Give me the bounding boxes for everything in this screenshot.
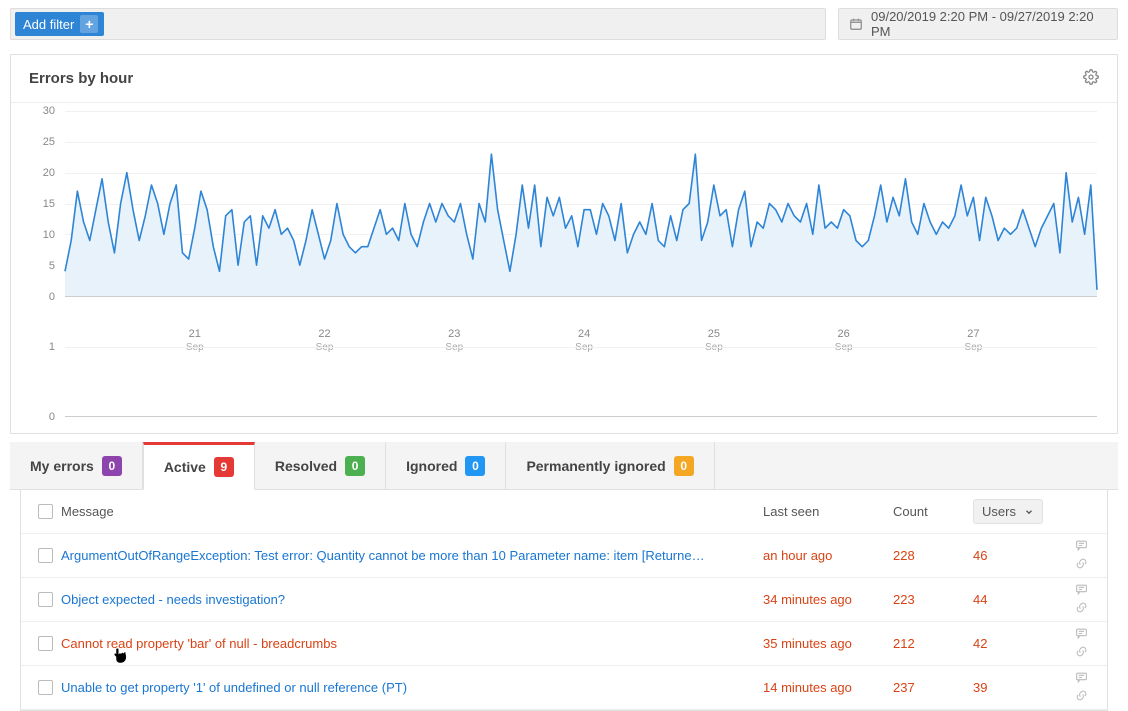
- users-value: 44: [973, 592, 1063, 607]
- tab-badge: 0: [345, 456, 365, 476]
- table-row: ArgumentOutOfRangeException: Test error:…: [21, 534, 1107, 578]
- filter-bar[interactable]: Add filter +: [10, 8, 826, 40]
- y-tick: 0: [49, 411, 55, 423]
- count-value: 228: [893, 548, 973, 563]
- chevron-down-icon: [1024, 507, 1034, 517]
- column-users[interactable]: Users: [973, 499, 1063, 524]
- column-last-seen[interactable]: Last seen: [763, 504, 893, 519]
- comment-icon[interactable]: [1074, 539, 1089, 555]
- tab-badge: 0: [674, 456, 694, 476]
- tab-label: Resolved: [275, 458, 337, 474]
- comment-icon[interactable]: [1074, 583, 1089, 599]
- link-icon[interactable]: [1074, 601, 1089, 617]
- add-filter-button[interactable]: Add filter +: [15, 12, 104, 36]
- last-seen-value: 34 minutes ago: [763, 592, 893, 607]
- y-tick: 25: [43, 136, 55, 148]
- y-tick: 15: [43, 198, 55, 210]
- table-header-row: Message Last seen Count Users: [21, 490, 1107, 534]
- y-tick: 20: [43, 167, 55, 179]
- table-row: Unable to get property '1' of undefined …: [21, 666, 1107, 710]
- tab-active[interactable]: Active 9: [143, 442, 255, 490]
- link-icon[interactable]: [1074, 689, 1089, 705]
- tab-label: Active: [164, 459, 206, 475]
- chart-line-svg: [65, 111, 1097, 296]
- tab-label: Ignored: [406, 458, 457, 474]
- date-range-label: 09/20/2019 2:20 PM - 09/27/2019 2:20 PM: [871, 9, 1107, 39]
- table-row: Cannot read property 'bar' of null - bre…: [21, 622, 1107, 666]
- tab-my-errors[interactable]: My errors 0: [10, 442, 143, 489]
- errors-table: Message Last seen Count Users ArgumentOu…: [20, 490, 1108, 711]
- row-checkbox[interactable]: [38, 548, 53, 563]
- tab-label: My errors: [30, 458, 94, 474]
- select-all-checkbox[interactable]: [38, 504, 53, 519]
- errors-line-chart: 051015202530 21Sep22Sep23Sep24Sep25Sep26…: [25, 111, 1103, 321]
- chart-gridline: [65, 347, 1097, 348]
- last-seen-value: an hour ago: [763, 548, 893, 563]
- users-value: 42: [973, 636, 1063, 651]
- row-checkbox[interactable]: [38, 592, 53, 607]
- y-tick: 0: [49, 291, 55, 303]
- tab-permanently-ignored[interactable]: Permanently ignored 0: [506, 442, 714, 489]
- comment-icon[interactable]: [1074, 671, 1089, 687]
- row-checkbox[interactable]: [38, 636, 53, 651]
- comment-icon[interactable]: [1074, 627, 1089, 643]
- tab-label: Permanently ignored: [526, 458, 665, 474]
- error-message-link[interactable]: Cannot read property 'bar' of null - bre…: [61, 636, 751, 651]
- card-title: Errors by hour: [29, 70, 133, 87]
- y-tick: 30: [43, 105, 55, 117]
- count-value: 223: [893, 592, 973, 607]
- gear-icon[interactable]: [1083, 69, 1099, 88]
- plus-icon: +: [80, 15, 98, 33]
- error-message-link[interactable]: Object expected - needs investigation?: [61, 592, 751, 607]
- link-icon[interactable]: [1074, 557, 1089, 573]
- table-row: Object expected - needs investigation? 34…: [21, 578, 1107, 622]
- tab-resolved[interactable]: Resolved 0: [255, 442, 386, 489]
- link-icon[interactable]: [1074, 645, 1089, 661]
- y-tick: 5: [49, 260, 55, 272]
- tab-ignored[interactable]: Ignored 0: [386, 442, 506, 489]
- error-message-link[interactable]: ArgumentOutOfRangeException: Test error:…: [61, 548, 751, 563]
- column-users-label: Users: [982, 504, 1016, 519]
- y-tick: 1: [49, 341, 55, 353]
- add-filter-label: Add filter: [23, 17, 74, 32]
- tab-badge: 0: [465, 456, 485, 476]
- date-range-picker[interactable]: 09/20/2019 2:20 PM - 09/27/2019 2:20 PM: [838, 8, 1118, 40]
- last-seen-value: 35 minutes ago: [763, 636, 893, 651]
- errors-by-hour-card: Errors by hour 051015202530 21Sep22Sep23…: [10, 54, 1118, 434]
- column-message: Message: [61, 504, 763, 519]
- y-tick: 10: [43, 229, 55, 241]
- count-value: 212: [893, 636, 973, 651]
- users-value: 46: [973, 548, 1063, 563]
- tab-badge: 9: [214, 457, 234, 477]
- column-count[interactable]: Count: [893, 504, 973, 519]
- calendar-icon: [849, 17, 863, 31]
- tab-badge: 0: [102, 456, 122, 476]
- error-status-tabs: My errors0Active9Resolved0Ignored0Perman…: [10, 442, 1118, 490]
- errors-secondary-chart: 01: [25, 347, 1103, 417]
